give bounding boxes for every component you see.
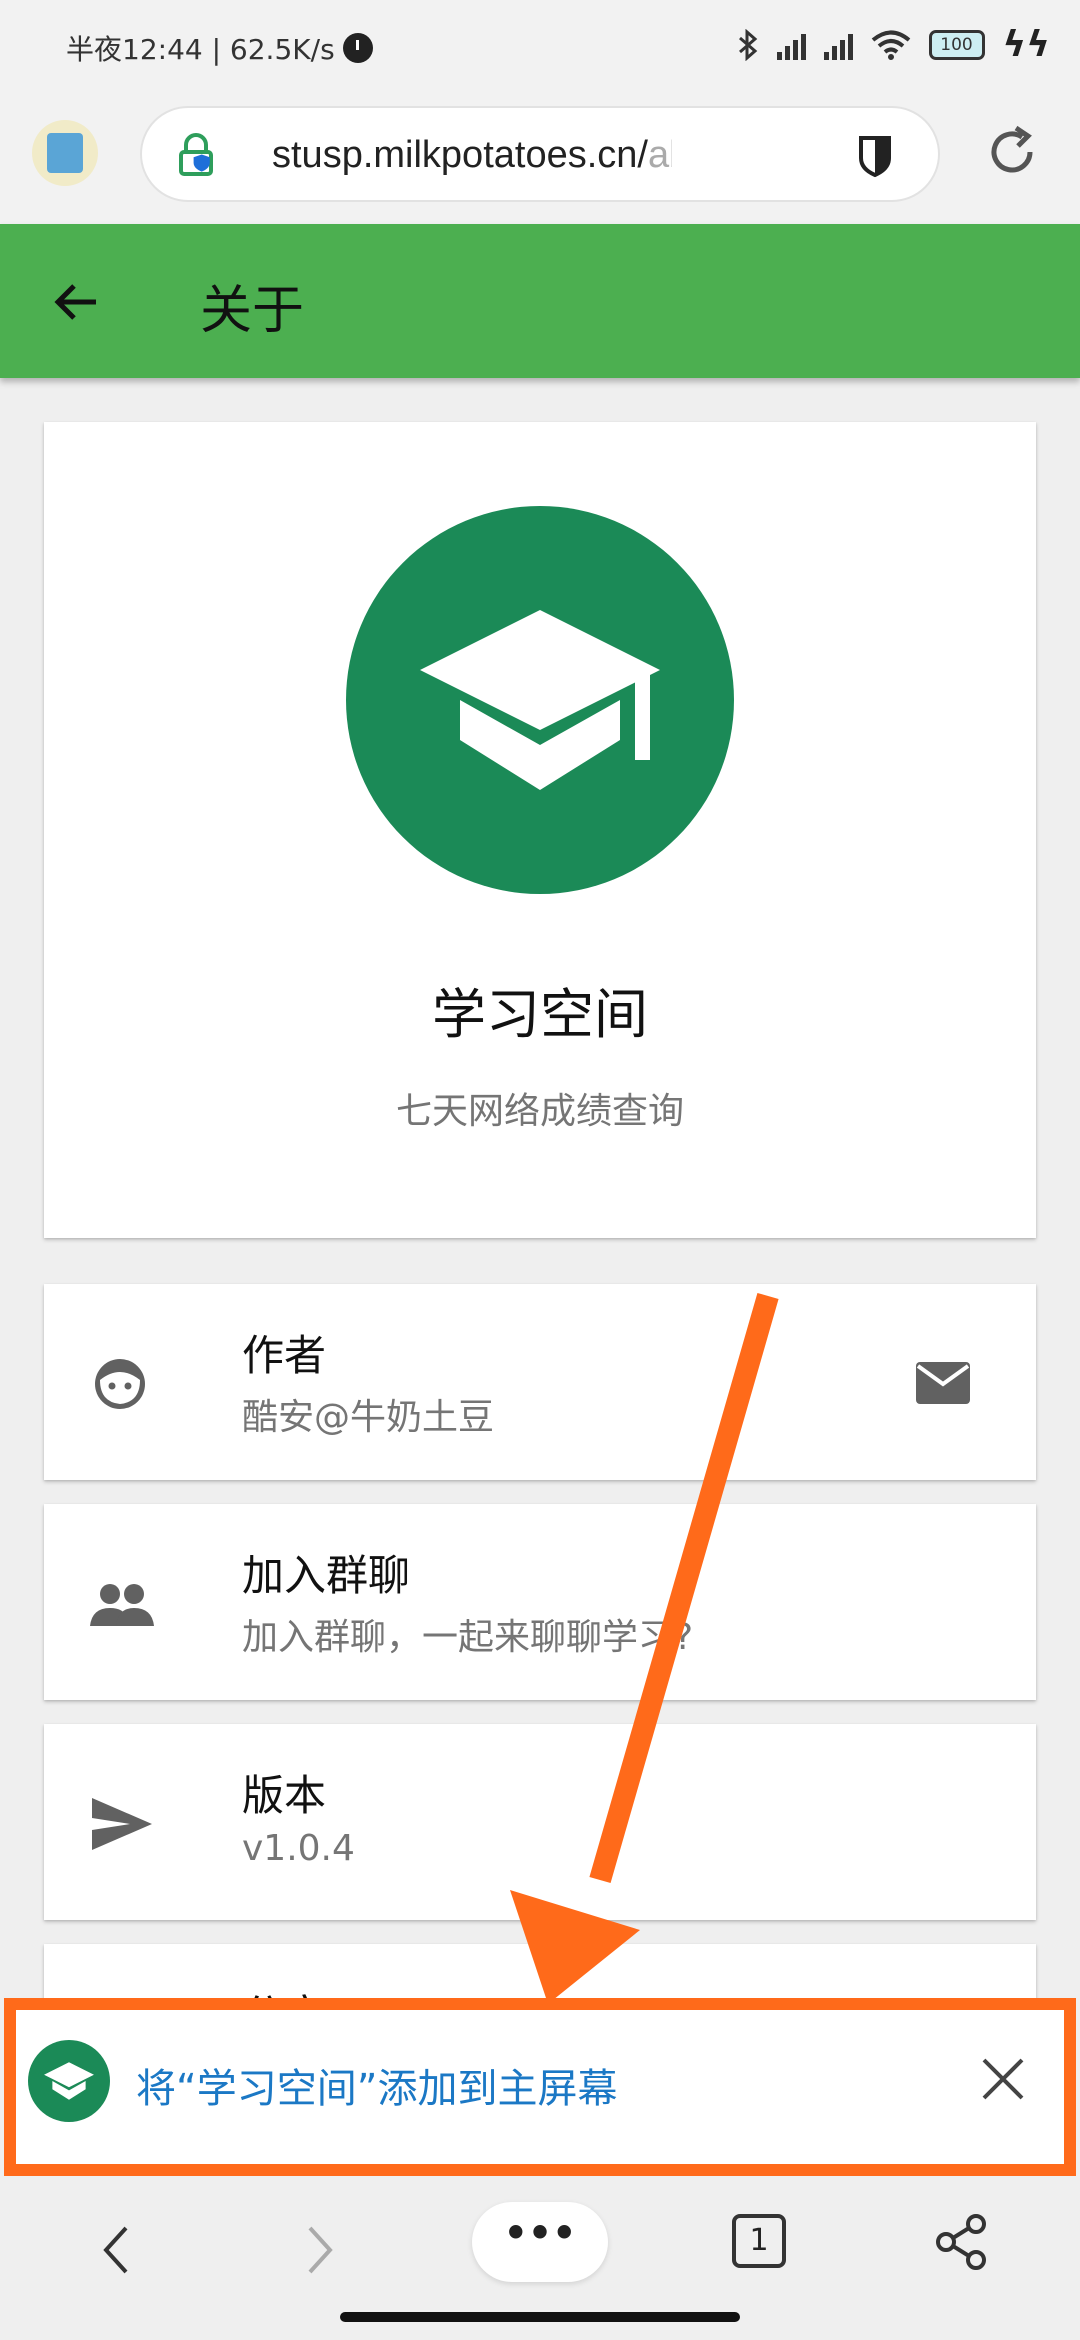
version-item[interactable]: 版本 v1.0.4 xyxy=(44,1724,1036,1920)
join-group-item[interactable]: 加入群聊 加入群聊，一起来聊聊学习? xyxy=(44,1504,1036,1700)
page-title: 关于 xyxy=(200,281,305,341)
signal-icon xyxy=(823,30,853,60)
version-title: 版本 xyxy=(242,1771,327,1820)
status-left: 半夜12:44 | 62.5K/s xyxy=(66,28,373,68)
battery-icon: 100 xyxy=(928,29,985,60)
address-bar[interactable]: stusp.milkpotatoes.cn/abou xyxy=(140,106,940,202)
close-icon[interactable] xyxy=(980,2056,1026,2102)
status-right: 100 ϟϟ xyxy=(737,24,1051,65)
menu-button[interactable]: ••• xyxy=(472,2202,608,2282)
people-icon xyxy=(90,1584,154,1626)
author-item[interactable]: 作者 酷安@牛奶土豆 xyxy=(44,1284,1036,1480)
browser-toolbar: stusp.milkpotatoes.cn/abou xyxy=(0,92,1080,224)
graduation-cap-icon xyxy=(28,2040,110,2122)
forward-icon[interactable] xyxy=(300,2220,340,2280)
author-name: 酷安@牛奶土豆 xyxy=(242,1397,495,1438)
lock-icon[interactable] xyxy=(176,132,216,178)
site-favicon[interactable] xyxy=(32,120,98,186)
graduation-cap-icon xyxy=(346,506,734,894)
home-indicator[interactable] xyxy=(340,2312,740,2322)
back-icon[interactable] xyxy=(96,2220,136,2280)
reload-icon[interactable] xyxy=(982,122,1042,182)
app-info-card: 学习空间 七天网络成绩查询 xyxy=(44,422,1036,1238)
status-bar: 半夜12:44 | 62.5K/s 100 ϟϟ xyxy=(0,0,1080,92)
send-icon xyxy=(92,1798,152,1850)
mail-icon[interactable] xyxy=(914,1360,972,1406)
arrow-left-icon[interactable] xyxy=(50,276,102,328)
tabs-icon[interactable]: 1 xyxy=(732,2214,786,2268)
wifi-icon xyxy=(871,30,910,60)
status-text: 半夜12:44 | 62.5K/s xyxy=(66,33,335,66)
version-number: v1.0.4 xyxy=(242,1828,355,1869)
alarm-icon xyxy=(342,33,373,63)
url-tail: abou xyxy=(647,134,672,176)
share-icon[interactable] xyxy=(934,2212,990,2272)
face-icon xyxy=(95,1359,145,1409)
app-name: 学习空间 xyxy=(432,983,648,1046)
author-title: 作者 xyxy=(242,1331,327,1380)
app-subtitle: 七天网络成绩查询 xyxy=(395,1091,684,1132)
join-group-title: 加入群聊 xyxy=(242,1551,411,1600)
signal-icon xyxy=(776,30,806,60)
add-to-home-banner[interactable]: 将“学习空间”添加到主屏幕 xyxy=(4,1998,1076,2176)
add-to-home-text[interactable]: 将“学习空间”添加到主屏幕 xyxy=(136,2056,617,2114)
join-group-subtitle: 加入群聊，一起来聊聊学习? xyxy=(242,1617,694,1658)
charging-icon: ϟϟ xyxy=(1002,24,1051,65)
url-main: stusp.milkpotatoes.cn/ xyxy=(272,134,648,176)
app-bar: 关于 xyxy=(0,224,1080,378)
url-text[interactable]: stusp.milkpotatoes.cn/abou xyxy=(272,134,672,177)
shield-icon[interactable] xyxy=(858,134,892,178)
bluetooth-icon xyxy=(738,28,757,61)
